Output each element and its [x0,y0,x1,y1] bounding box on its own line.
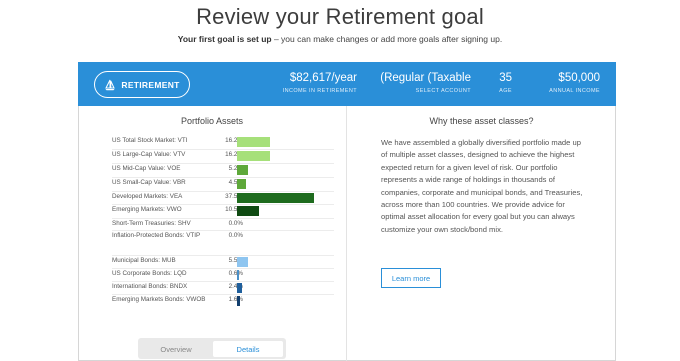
row-divider [112,149,334,150]
row-divider [112,281,334,282]
asset-label: Municipal Bonds: MUB [112,257,176,264]
asset-label: US Small-Cap Value: VBR [112,179,186,186]
age-value[interactable]: 35 [499,71,512,85]
row-divider [112,191,334,192]
row-divider [112,163,334,164]
goal-type-label: RETIREMENT [121,79,180,90]
income-value: $82,617/year [289,72,357,84]
select-account[interactable]: (Regular (Taxable SELECT ACCOUNT [380,71,471,94]
row-divider [112,204,334,205]
sailboat-icon [105,79,116,90]
asset-label: US Total Stock Market: VTI [112,137,188,144]
account-label: SELECT ACCOUNT [415,88,471,94]
asset-bar [237,270,239,280]
row-divider [112,255,334,256]
age-field[interactable]: 35 AGE [499,71,512,94]
asset-percent: 0.6% [228,270,243,277]
tab-overview[interactable]: Overview [141,341,211,357]
subtitle-bold: Your first goal is set up [177,34,272,44]
income-in-retirement: $82,617/year INCOME IN RETIREMENT [283,71,357,94]
asset-bar [237,165,248,175]
asset-bar [237,206,259,216]
subtitle-rest: – you can make changes or add more goals… [271,34,503,44]
asset-bar [237,193,314,203]
row-divider [112,218,334,219]
asset-label: International Bonds: BNDX [112,283,188,290]
row-divider [112,294,334,295]
row-divider [112,177,334,178]
page-subtitle: Your first goal is set up – you can make… [0,34,680,44]
asset-bar [237,137,271,147]
asset-label: US Large-Cap Value: VTV [112,151,186,158]
asset-label: Emerging Markets: VWO [112,206,182,213]
asset-bar [237,179,247,189]
why-asset-classes-title: Why these asset classes? [429,116,534,126]
why-asset-classes-text: We have assembled a globally diversified… [381,138,583,234]
asset-label: US Mid-Cap Value: VOE [112,165,181,172]
row-divider [112,230,334,231]
page-title: Review your Retirement goal [196,4,484,29]
goal-summary-bar: RETIREMENT $82,617/year INCOME IN RETIRE… [78,62,616,106]
asset-bar [237,151,271,161]
annual-income-value[interactable]: $50,000 [549,71,600,85]
age-label: AGE [499,88,512,94]
asset-percent: 0.0% [228,232,243,239]
asset-percent: 0.0% [228,220,243,227]
column-divider [346,106,347,361]
view-toggle: Overview Details [138,338,286,359]
learn-more-button[interactable]: Learn more [381,268,441,288]
asset-bar [237,283,242,293]
annual-income-label: ANNUAL INCOME [549,88,600,94]
asset-label: Short-Term Treasuries: SHV [112,220,191,227]
tab-details[interactable]: Details [213,341,283,357]
asset-row: Inflation-Protected Bonds: VTIP 0.0% [112,232,332,245]
asset-label: Inflation-Protected Bonds: VTIP [112,232,201,239]
asset-label: Emerging Markets Bonds: VWOB [112,296,206,303]
asset-bar [237,257,249,267]
asset-row: Emerging Markets Bonds: VWOB 1.6% [112,296,332,309]
income-label: INCOME IN RETIREMENT [282,88,357,94]
asset-bar [237,296,241,306]
row-divider [112,268,334,269]
goal-type-button[interactable]: RETIREMENT [94,71,190,98]
annual-income-field[interactable]: $50,000 ANNUAL INCOME [549,71,600,94]
portfolio-assets-title: Portfolio Assets [180,116,244,126]
asset-label: Developed Markets: VEA [112,193,183,200]
account-value[interactable]: (Regular (Taxable [380,71,471,85]
asset-label: US Corporate Bonds: LQD [112,270,187,277]
